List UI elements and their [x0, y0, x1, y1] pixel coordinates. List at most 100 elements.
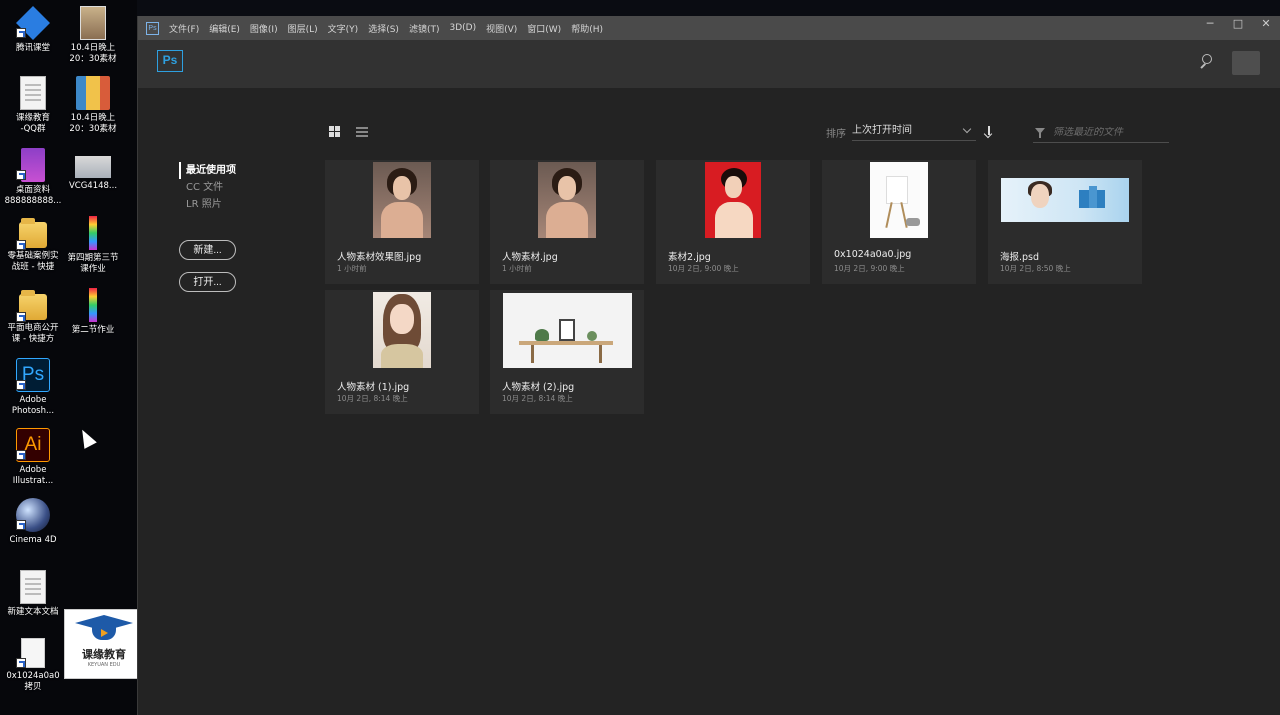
- menu-select[interactable]: 选择(S): [368, 22, 399, 35]
- desktop-icon-new-text-doc[interactable]: 新建文本文档: [0, 570, 66, 618]
- menu-bar: Ps 文件(F) 编辑(E) 图像(I) 图层(L) 文字(Y) 选择(S) 滤…: [138, 16, 1280, 40]
- grid-view-icon[interactable]: [329, 126, 340, 137]
- desktop-icon-qq-group[interactable]: 课缘教育 -QQ群: [0, 76, 66, 135]
- file-thumbnail: [1001, 178, 1129, 222]
- menu-edit[interactable]: 编辑(E): [209, 22, 240, 35]
- desktop-icon-photoshop[interactable]: Ps Adobe Photosh...: [0, 358, 66, 417]
- recent-file-card[interactable]: 人物素材效果图.jpg 1 小时前: [325, 160, 479, 284]
- minimize-button[interactable]: ─: [1196, 16, 1224, 40]
- photoshop-logo-icon[interactable]: Ps: [157, 50, 183, 72]
- recent-file-card[interactable]: 素材2.jpg 10月 2日, 9:00 晚上: [656, 160, 810, 284]
- shortcut-arrow-icon: [16, 170, 26, 180]
- menu-3d[interactable]: 3D(D): [449, 23, 476, 33]
- desktop-icon-label: 桌面资料 888888888...: [4, 185, 62, 206]
- shortcut-arrow-icon: [16, 658, 26, 668]
- menu-window[interactable]: 窗口(W): [527, 22, 561, 35]
- recent-file-card[interactable]: 0x1024a0a0.jpg 10月 2日, 9:00 晚上: [822, 160, 976, 284]
- mouse-cursor-icon: [76, 426, 97, 449]
- file-thumbnail: [373, 292, 431, 368]
- file-thumbnail: [502, 292, 632, 368]
- desktop-icon-image-copy[interactable]: 0x1024a0a0 拷贝: [0, 638, 66, 693]
- menu-type[interactable]: 文字(Y): [328, 22, 359, 35]
- desktop-icon-cinema4d[interactable]: Cinema 4D: [0, 498, 66, 546]
- file-thumbnail: [705, 162, 761, 238]
- new-button[interactable]: 新建...: [179, 240, 236, 260]
- desktop: 腾讯课堂 10.4日晚上 20：30素材 课缘教育 -QQ群 10.4日晚上 2…: [0, 0, 144, 715]
- filter-funnel-icon: [1035, 127, 1045, 138]
- window-controls: ─ □ ✕: [1196, 16, 1280, 40]
- filter-input[interactable]: [1053, 127, 1163, 138]
- menu-layer[interactable]: 图层(L): [288, 22, 318, 35]
- desktop-icon-case-class[interactable]: 零基础案例实 战班 - 快捷: [0, 216, 66, 273]
- desktop-icon-homework-4[interactable]: 第四期第三节 课作业: [60, 216, 126, 275]
- text-file-icon: [20, 570, 46, 604]
- desktop-icon-label: 0x1024a0a0 拷贝: [6, 671, 60, 692]
- desktop-icon-label: 10.4日晚上 20：30素材: [69, 113, 117, 134]
- list-view-icon[interactable]: [356, 126, 368, 137]
- menu-image[interactable]: 图像(I): [250, 22, 278, 35]
- desktop-icon-label: VCG4148...: [68, 181, 118, 191]
- desktop-icon-vcg-image[interactable]: VCG4148...: [60, 148, 126, 192]
- file-time: 10月 2日, 8:50 晚上: [1000, 264, 1071, 273]
- shortcut-arrow-icon: [16, 520, 26, 530]
- account-avatar[interactable]: [1232, 51, 1260, 75]
- recent-file-card[interactable]: 人物素材 (2).jpg 10月 2日, 8:14 晚上: [490, 290, 644, 414]
- text-file-icon: [20, 76, 46, 110]
- shortcut-arrow-icon: [16, 28, 26, 38]
- nav-recent[interactable]: 最近使用项: [179, 162, 236, 179]
- file-time: 10月 2日, 9:00 晚上: [668, 264, 739, 273]
- desktop-icon-tencent-classroom[interactable]: 腾讯课堂: [0, 6, 66, 54]
- menu-file[interactable]: 文件(F): [169, 22, 199, 35]
- desktop-icon-desk-materials[interactable]: 桌面资料 888888888...: [0, 148, 66, 207]
- desktop-icon-label: 新建文本文档: [7, 607, 59, 617]
- sort-dropdown[interactable]: 上次打开时间: [852, 123, 976, 141]
- file-time: 1 小时前: [502, 264, 532, 273]
- shortcut-arrow-icon: [16, 380, 26, 390]
- photoshop-window: Ps 文件(F) 编辑(E) 图像(I) 图层(L) 文字(Y) 选择(S) 滤…: [137, 16, 1280, 715]
- watermark-title: 课缘教育: [82, 648, 126, 661]
- file-name: 人物素材.jpg: [502, 252, 558, 263]
- menu-view[interactable]: 视图(V): [486, 22, 517, 35]
- photoshop-small-logo-icon[interactable]: Ps: [146, 21, 159, 35]
- file-thumbnail: [373, 162, 431, 238]
- file-name: 人物素材效果图.jpg: [337, 252, 422, 263]
- recent-file-card[interactable]: 人物素材 (1).jpg 10月 2日, 8:14 晚上: [325, 290, 479, 414]
- sort-value: 上次打开时间: [852, 125, 912, 136]
- desktop-icon-label: 腾讯课堂: [15, 43, 50, 53]
- maximize-button[interactable]: □: [1224, 16, 1252, 40]
- desktop-icon-ecommerce-class[interactable]: 平面电商公开 课 - 快捷方: [0, 288, 66, 345]
- home-sidebar: 最近使用项 CC 文件 LR 照片 新建... 打开...: [179, 162, 236, 292]
- desktop-icon-homework-2[interactable]: 第二节作业: [60, 288, 126, 336]
- open-button[interactable]: 打开...: [179, 272, 236, 292]
- desktop-icon-label: 平面电商公开 课 - 快捷方: [7, 323, 59, 344]
- desktop-icon-archive[interactable]: 10.4日晚上 20：30素材: [60, 76, 126, 135]
- menu-help[interactable]: 帮助(H): [571, 22, 603, 35]
- archive-icon: [89, 288, 97, 322]
- keyuan-edu-watermark: 课缘教育 KEYUAN EDU: [64, 609, 144, 679]
- file-name: 0x1024a0a0.jpg: [834, 249, 912, 260]
- desktop-icon-illustrator[interactable]: Ai Adobe Illustrat...: [0, 428, 66, 487]
- search-icon[interactable]: [1198, 53, 1216, 71]
- recent-file-card[interactable]: 海报.psd 10月 2日, 8:50 晚上: [988, 160, 1142, 284]
- sort-direction-arrow-icon[interactable]: [982, 125, 996, 139]
- image-file-icon: [80, 6, 106, 40]
- recent-file-card[interactable]: 人物素材.jpg 1 小时前: [490, 160, 644, 284]
- graduation-cap-icon: [75, 615, 133, 641]
- file-name: 人物素材 (1).jpg: [337, 382, 410, 393]
- close-button[interactable]: ✕: [1252, 16, 1280, 40]
- desktop-icon-label: 第四期第三节 课作业: [67, 253, 119, 274]
- shortcut-arrow-icon: [16, 312, 26, 322]
- nav-lr-photos[interactable]: LR 照片: [179, 196, 236, 213]
- file-name: 人物素材 (2).jpg: [502, 382, 575, 393]
- desktop-icon-folder[interactable]: 10.4日晚上 20：30素材: [60, 6, 126, 65]
- file-name: 海报.psd: [1000, 252, 1040, 263]
- view-toggle: [329, 126, 368, 137]
- menu-filter[interactable]: 滤镜(T): [409, 22, 440, 35]
- file-time: 10月 2日, 8:14 晚上: [502, 394, 573, 403]
- archive-icon: [76, 76, 110, 110]
- sort-label: 排序: [826, 128, 846, 140]
- file-thumbnail: [538, 162, 596, 238]
- desktop-icon-label: 课缘教育 -QQ群: [15, 113, 50, 134]
- file-thumbnail: [870, 162, 928, 238]
- nav-cc-files[interactable]: CC 文件: [179, 179, 236, 196]
